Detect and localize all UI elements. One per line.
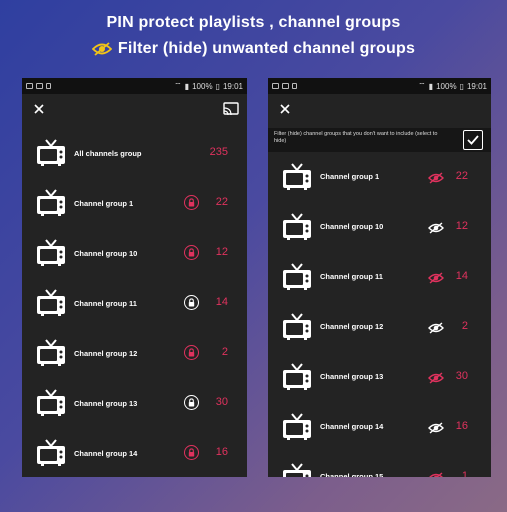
channel-count: 1 — [461, 470, 468, 477]
headline-filter: Filter (hide) unwanted channel groups — [0, 40, 507, 58]
tv-icon — [36, 289, 66, 317]
channel-group-label: All channels group — [74, 149, 142, 158]
lock-icon[interactable] — [184, 395, 199, 410]
tv-icon — [36, 239, 66, 267]
channel-count: 22 — [215, 196, 228, 208]
headline-filter-text: Filter (hide) unwanted channel groups — [117, 40, 416, 57]
lock-icon[interactable] — [184, 195, 199, 210]
youtube-icon — [272, 83, 279, 89]
channel-group-row[interactable]: Channel group 14 16 — [268, 402, 491, 452]
wifi-icon: ⌔ — [418, 81, 426, 90]
lock-icon[interactable] — [184, 345, 199, 360]
channel-count: 12 — [455, 220, 468, 232]
close-icon[interactable] — [32, 102, 46, 116]
channel-count: 16 — [455, 420, 468, 432]
app-bar — [268, 94, 491, 128]
channel-count: 16 — [215, 446, 228, 458]
channel-count: 2 — [221, 346, 228, 358]
channel-group-row[interactable]: Channel group 11 14 — [22, 278, 247, 328]
channel-group-label: Channel group 10 — [74, 249, 138, 258]
tv-icon — [36, 439, 66, 467]
channel-count: 30 — [215, 396, 228, 408]
channel-group-label: Channel group 1 — [320, 172, 380, 181]
tv-icon — [282, 263, 312, 291]
channel-count: 12 — [215, 246, 228, 258]
channel-count: 235 — [209, 146, 228, 158]
battery-level: 100% — [436, 81, 457, 91]
app-bar — [22, 94, 247, 128]
channel-group-row[interactable]: Channel group 1 22 — [268, 152, 491, 202]
clock: 19:01 — [466, 81, 487, 91]
tv-icon — [36, 339, 66, 367]
battery-icon: ▯ — [459, 81, 464, 91]
channel-group-row[interactable]: Channel group 1 22 — [22, 178, 247, 228]
status-bar: ⌔ ▮ 100% ▯ 19:01 — [22, 78, 247, 94]
channel-count: 14 — [215, 296, 228, 308]
channel-group-row[interactable]: Channel group 15 1 — [268, 452, 491, 477]
select-all-checkbox[interactable] — [463, 130, 483, 150]
tv-icon — [36, 139, 66, 167]
channel-count: 14 — [455, 270, 468, 282]
lock-icon[interactable] — [184, 445, 199, 460]
channel-group-row[interactable]: Channel group 14 16 — [22, 428, 247, 477]
channel-group-label: Channel group 15 — [320, 472, 384, 477]
headline-pin: PIN protect playlists , channel groups — [106, 14, 401, 31]
channel-group-row[interactable]: Channel group 10 12 — [268, 202, 491, 252]
wifi-icon: ⌔ — [174, 81, 182, 90]
eye-slash-icon — [91, 41, 112, 57]
battery-icon: ▯ — [215, 81, 220, 91]
tv-icon — [36, 189, 66, 217]
sim-icon — [292, 83, 297, 89]
cast-icon[interactable] — [223, 102, 239, 116]
channel-group-label: Channel group 11 — [320, 272, 383, 281]
channel-group-label: Channel group 14 — [74, 449, 138, 458]
channel-group-label: Channel group 12 — [74, 349, 138, 358]
channel-group-label: Channel group 12 — [320, 322, 384, 331]
signal-icon: ▮ — [428, 81, 434, 91]
channel-group-row[interactable]: Channel group 11 14 — [268, 252, 491, 302]
status-bar: ⌔ ▮ 100% ▯ 19:01 — [268, 78, 491, 94]
youtube-icon — [26, 83, 33, 89]
channel-group-label: Channel group 1 — [74, 199, 134, 208]
close-icon[interactable] — [278, 102, 292, 116]
tv-icon — [282, 363, 312, 391]
tv-icon — [282, 413, 312, 441]
voicemail-icon — [36, 83, 43, 89]
clock: 19:01 — [222, 81, 243, 91]
channel-count: 22 — [455, 170, 468, 182]
sim-icon — [46, 83, 51, 89]
channel-group-row[interactable]: Channel group 10 12 — [22, 228, 247, 278]
channel-group-row[interactable]: Channel group 12 2 — [22, 328, 247, 378]
channel-group-row[interactable]: Channel group 13 30 — [268, 352, 491, 402]
battery-level: 100% — [192, 81, 213, 91]
phone-right-screen: ⌔ ▮ 100% ▯ 19:01 Filter (hide) channel g… — [268, 78, 491, 477]
channel-group-label: Channel group 10 — [320, 222, 384, 231]
tv-icon — [282, 313, 312, 341]
channel-count: 30 — [455, 370, 468, 382]
tv-icon — [282, 163, 312, 191]
checkmark-icon — [467, 135, 479, 145]
lock-icon[interactable] — [184, 295, 199, 310]
channel-group-label: Channel group 11 — [74, 299, 137, 308]
channel-group-row[interactable]: Channel group 13 30 — [22, 378, 247, 428]
channel-count: 2 — [461, 320, 468, 332]
signal-icon: ▮ — [184, 81, 190, 91]
voicemail-icon — [282, 83, 289, 89]
channel-group-label: Channel group 14 — [320, 422, 384, 431]
tv-icon — [282, 213, 312, 241]
tv-icon — [282, 463, 312, 477]
channel-group-row[interactable]: All channels group 235 — [22, 128, 247, 178]
channel-group-row[interactable]: Channel group 12 2 — [268, 302, 491, 352]
channel-group-label: Channel group 13 — [320, 372, 384, 381]
tv-icon — [36, 389, 66, 417]
lock-icon[interactable] — [184, 245, 199, 260]
channel-group-label: Channel group 13 — [74, 399, 138, 408]
phone-left-screen: ⌔ ▮ 100% ▯ 19:01 All channels group 235 Ch… — [22, 78, 247, 477]
filter-instructions: Filter (hide) channel groups that you do… — [268, 128, 491, 152]
